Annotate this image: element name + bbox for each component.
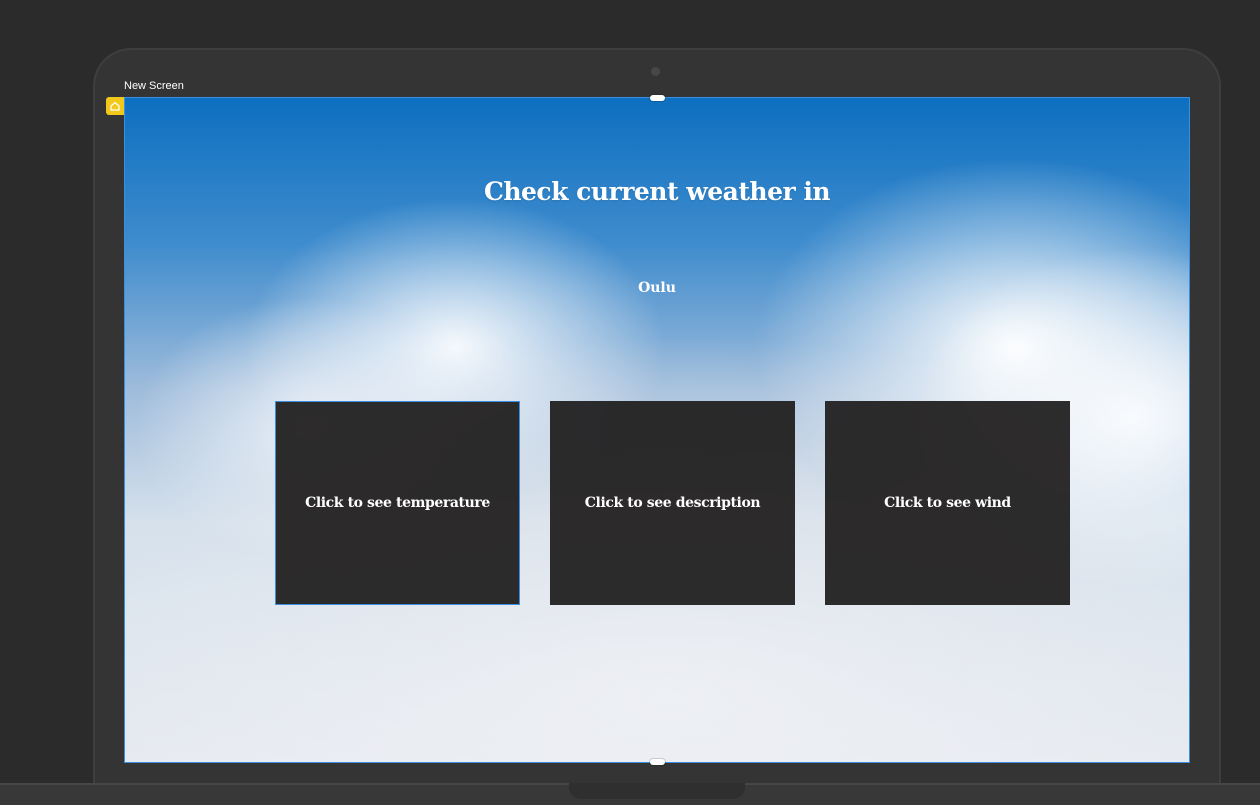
wind-card[interactable]: Click to see wind: [825, 401, 1070, 605]
laptop-notch: [569, 783, 745, 799]
screen-name-label[interactable]: New Screen: [124, 79, 184, 93]
temperature-card-label: Click to see temperature: [305, 495, 490, 511]
resize-handle-top[interactable]: [650, 95, 665, 101]
app-screen[interactable]: Check current weather in Oulu Click to s…: [124, 97, 1190, 763]
camera-dot: [651, 67, 660, 76]
wind-card-label: Click to see wind: [884, 495, 1011, 511]
temperature-card[interactable]: Click to see temperature: [275, 401, 520, 605]
home-icon[interactable]: [106, 97, 124, 115]
description-card[interactable]: Click to see description: [550, 401, 795, 605]
page-title: Check current weather in: [483, 177, 831, 206]
description-card-label: Click to see description: [584, 495, 761, 511]
city-label: Oulu: [638, 280, 676, 296]
resize-handle-bottom[interactable]: [650, 759, 665, 765]
